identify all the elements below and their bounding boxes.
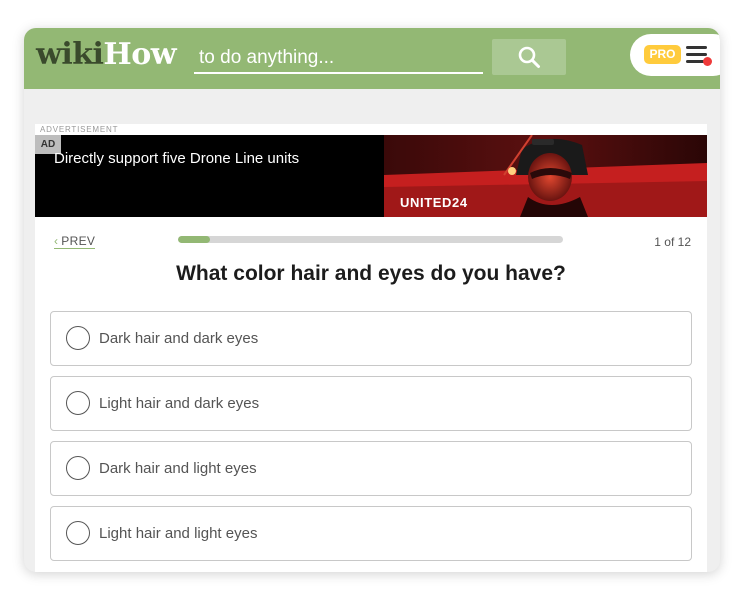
pro-badge[interactable]: PRO (644, 45, 681, 64)
progress-fill (178, 236, 211, 243)
answer-option[interactable]: Dark hair and light eyes (50, 441, 692, 496)
answer-option[interactable]: Light hair and light eyes (50, 506, 692, 561)
radio-button[interactable] (66, 521, 90, 545)
ad-headline: Directly support five Drone Line units (54, 150, 300, 167)
answer-label: Dark hair and dark eyes (99, 330, 259, 347)
answer-options: Dark hair and dark eyes Light hair and d… (50, 311, 692, 571)
user-menu-pill[interactable]: PRO (630, 34, 720, 76)
ad-soldier-image: UNITED24 (384, 135, 707, 217)
site-header: wikiHow PRO (24, 28, 720, 89)
question-title: What color hair and eyes do you have? (176, 262, 566, 285)
ad-brand-text: UNITED24 (400, 195, 468, 210)
answer-label: Dark hair and light eyes (99, 460, 257, 477)
progress-count: 1 of 12 (654, 235, 691, 249)
logo-how: How (103, 37, 177, 72)
browser-window: wikiHow PRO ADVERTISEMENT AD Directly su… (24, 28, 720, 572)
answer-option[interactable]: Dark hair and dark eyes (50, 311, 692, 366)
search-input[interactable] (194, 42, 483, 74)
chevron-left-icon: ‹ (54, 234, 59, 248)
wikihow-logo[interactable]: wikiHow (36, 37, 177, 73)
logo-wiki: wiki (36, 37, 104, 72)
search-button[interactable] (492, 39, 566, 75)
radio-button[interactable] (66, 456, 90, 480)
advertisement-label: ADVERTISEMENT (40, 125, 119, 134)
ad-banner[interactable]: AD Directly support five Drone Line unit… (35, 135, 707, 217)
progress-bar (178, 236, 563, 243)
answer-option[interactable]: Light hair and dark eyes (50, 376, 692, 431)
prev-link[interactable]: ‹ PREV (54, 234, 96, 249)
notification-dot (703, 57, 712, 66)
prev-label: PREV (61, 234, 96, 248)
answer-label: Light hair and dark eyes (99, 395, 260, 412)
answer-label: Light hair and light eyes (99, 525, 258, 542)
quiz-content: ADVERTISEMENT AD Directly support five D… (35, 124, 707, 572)
radio-button[interactable] (66, 326, 90, 350)
quiz-navigation: ‹ PREV 1 of 12 (35, 217, 707, 257)
radio-button[interactable] (66, 391, 90, 415)
search-icon (518, 46, 540, 68)
